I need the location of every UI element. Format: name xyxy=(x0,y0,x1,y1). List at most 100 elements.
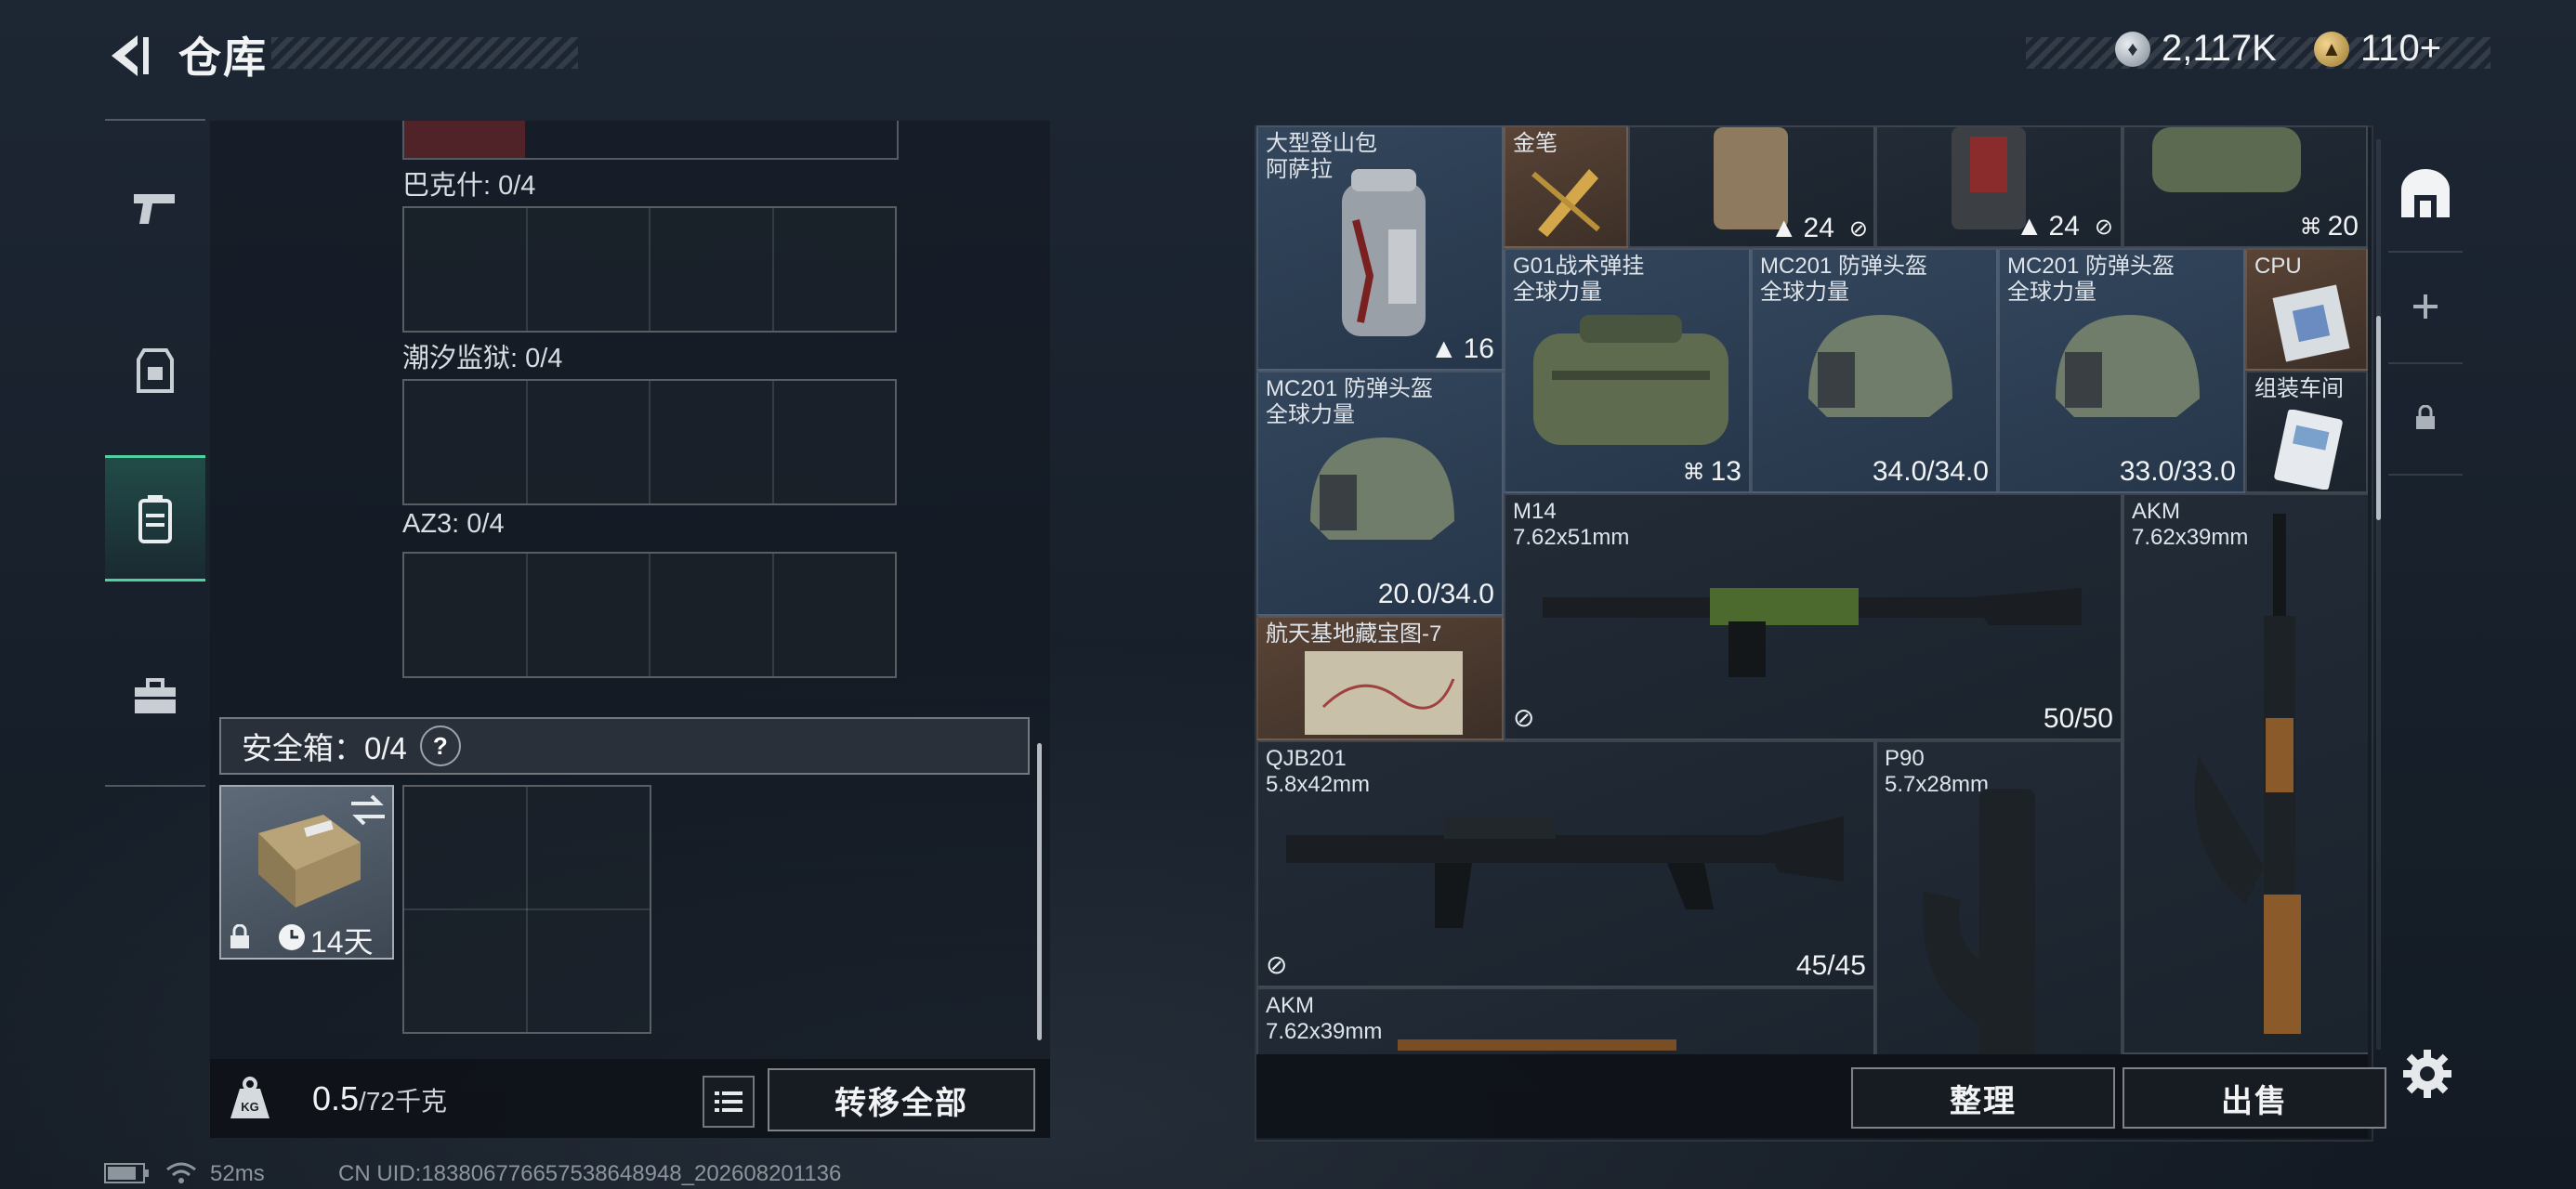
swap-icon[interactable] xyxy=(349,794,387,826)
slots-icon: ⌘ xyxy=(2299,214,2322,240)
tool-vault[interactable] xyxy=(2388,139,2463,253)
item-helmet1[interactable]: MC201 防弹头盔 全球力量 34.0/34.0 xyxy=(1751,248,1998,493)
left-nav xyxy=(105,119,205,787)
weight-text: 0.5/72千克 xyxy=(312,1079,447,1118)
lock-icon xyxy=(230,924,249,948)
title-stripe xyxy=(271,37,578,69)
map-icon xyxy=(1305,651,1463,735)
item-name: CPU xyxy=(2254,254,2302,279)
section-grid-bakshi[interactable] xyxy=(402,206,897,333)
item-akm2[interactable]: AKM 7.62x39mm xyxy=(1256,987,1875,1054)
silver-coin-icon: ♦ xyxy=(2115,31,2150,67)
no-insure-icon: ⊘ xyxy=(1266,950,1288,979)
safebox-header: 安全箱：0/4 ? xyxy=(219,717,1030,775)
gold-coin-icon: ▲ xyxy=(2314,31,2349,67)
page-title: 仓库 xyxy=(178,33,268,82)
silver-currency[interactable]: ♦ 2,117K xyxy=(2115,28,2277,70)
back-arrow-icon[interactable] xyxy=(100,28,156,84)
section-grid-tide-prison[interactable] xyxy=(402,379,897,505)
item-helmet3[interactable]: MC201 防弹头盔 全球力量 20.0/34.0 xyxy=(1256,371,1504,616)
item-name: M14 7.62x51mm xyxy=(1513,499,1630,550)
item-name: 金笔 xyxy=(1513,131,1557,156)
safebox-duration: 14天 xyxy=(310,925,374,959)
item-value: 34.0/34.0 xyxy=(1872,456,1989,487)
nav-weapons[interactable] xyxy=(105,149,205,269)
item-g01[interactable]: G01战术弹挂 全球力量 ⌘ 13 xyxy=(1504,248,1751,493)
item-map[interactable]: 航天基地藏宝图-7 xyxy=(1256,616,1504,740)
no-insure-icon: ⊘ xyxy=(1513,703,1535,732)
no-insure-icon: ⊘ xyxy=(1848,216,1868,242)
weight-bar: KG 0.5/72千克 转移全部 xyxy=(210,1059,1050,1138)
item-name: 航天基地藏宝图-7 xyxy=(1266,621,1442,647)
item-value: 20.0/34.0 xyxy=(1377,579,1494,609)
list-icon xyxy=(715,1091,743,1112)
item-value: 50/50 xyxy=(2043,703,2113,734)
tool-add[interactable] xyxy=(2388,251,2463,364)
sell-button[interactable]: 出售 xyxy=(2123,1067,2386,1129)
item-backpack[interactable]: 大型登山包 阿萨拉 ▲ 16 xyxy=(1256,125,1504,371)
item-workshop[interactable]: 组装车间 xyxy=(2245,371,2368,493)
transfer-all-button[interactable]: 转移全部 xyxy=(768,1068,1035,1131)
item-goldpen[interactable]: 金笔 xyxy=(1504,125,1628,248)
silver-amount: 2,117K xyxy=(2162,28,2277,69)
safebox-slots[interactable] xyxy=(402,785,651,1034)
helmet-icon xyxy=(1808,315,1952,417)
weight-icon: KG xyxy=(230,1077,269,1118)
tactical-bag-icon xyxy=(1533,315,1728,445)
item-m14[interactable]: M14 7.62x51mm ⊘ 50/50 xyxy=(1504,493,2123,740)
gold-currency[interactable]: ▲ 110+ xyxy=(2314,28,2441,70)
safebox-title: 安全箱：0/4 xyxy=(242,731,407,765)
uid-text: CN UID:18380677665753864894​8_2026082011… xyxy=(338,1161,842,1186)
item-value: ▲ 24 ⊘ xyxy=(2015,211,2113,242)
inventory-bottom-bar: 整理 出售 xyxy=(1256,1054,2386,1138)
item-name: 组装车间 xyxy=(2254,376,2344,401)
item-qjb201[interactable]: QJB201 5.8x42mm ⊘ 45/45 xyxy=(1256,740,1875,987)
cpu-icon xyxy=(2272,284,2350,362)
item-bag1[interactable]: ⌘ 20 xyxy=(2123,125,2368,248)
sort-button[interactable]: 整理 xyxy=(1851,1067,2115,1129)
section-grid-az3[interactable] xyxy=(402,552,897,678)
wifi-icon xyxy=(166,1162,196,1183)
item-vest2[interactable]: ▲ 24 ⊘ xyxy=(1628,125,1875,248)
item-cpu[interactable]: CPU xyxy=(2245,248,2368,371)
akm-icon xyxy=(1398,1039,1676,1051)
vest-icon xyxy=(137,348,174,393)
item-p90[interactable]: P90 5.7x28mm xyxy=(1875,740,2123,1054)
akm-icon xyxy=(2194,514,2301,1034)
item-value: ▲ 16 xyxy=(1429,333,1494,364)
no-insure-icon: ⊘ xyxy=(2094,214,2113,240)
item-akm1[interactable]: AKM 7.62x39mm xyxy=(2123,493,2368,1054)
duffel-bag-icon xyxy=(2152,127,2301,192)
nav-armor[interactable] xyxy=(105,311,205,432)
weight-max: /72千克 xyxy=(359,1087,447,1116)
settings-gear-icon[interactable] xyxy=(2401,1048,2453,1100)
inventory-scrollbar[interactable] xyxy=(2376,316,2381,520)
gold-pen-icon xyxy=(1531,169,1600,237)
briefcase-icon xyxy=(135,678,176,713)
vault-icon xyxy=(2401,169,2450,217)
p90-icon xyxy=(1922,789,2035,1054)
item-value: ⌘ 13 xyxy=(1682,456,1741,487)
item-helmet2[interactable]: MC201 防弹头盔 全球力量 33.0/33.0 xyxy=(1998,248,2245,493)
item-name: QJB201 5.8x42mm xyxy=(1266,746,1371,797)
top-bar: 仓库 ♦ 2,117K ▲ 110+ xyxy=(0,0,2576,111)
item-name: G01战术弹挂 全球力量 xyxy=(1513,254,1645,305)
weight-icon-label: KG xyxy=(241,1100,259,1114)
keycard-icon xyxy=(2274,410,2343,490)
tool-lock[interactable] xyxy=(2388,362,2463,476)
status-bar: 52ms CN UID:18380677665753864894​8_20260… xyxy=(0,1156,2576,1189)
ping-text: 52ms xyxy=(210,1161,265,1186)
safebox-item[interactable]: 14天 xyxy=(219,785,394,960)
list-view-button[interactable] xyxy=(703,1076,755,1128)
backpack-icon xyxy=(1342,169,1426,336)
item-value: 45/45 xyxy=(1795,950,1866,981)
nav-items[interactable] xyxy=(105,636,205,757)
stash-scrollbar[interactable] xyxy=(1037,743,1042,1040)
nav-backpack[interactable] xyxy=(105,455,205,581)
help-icon[interactable]: ? xyxy=(419,725,461,766)
battery-icon xyxy=(104,1163,149,1183)
stash-top-item[interactable] xyxy=(402,121,899,160)
right-toolbar xyxy=(2388,139,2463,529)
weight-mini-icon: ▲ xyxy=(1429,333,1458,364)
item-vest3[interactable]: ▲ 24 ⊘ xyxy=(1875,125,2123,248)
